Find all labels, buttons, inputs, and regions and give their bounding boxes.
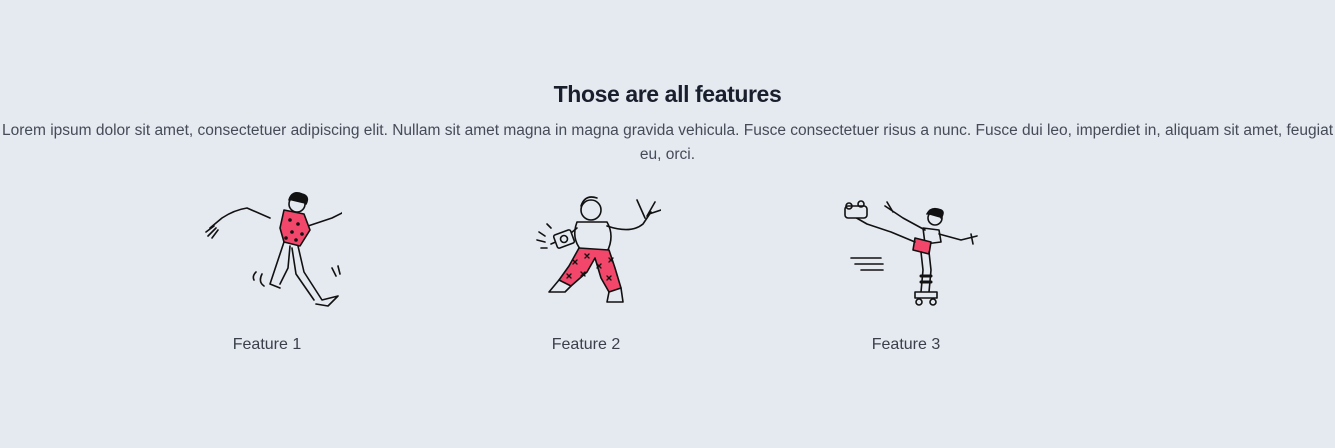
feature-card-1: Feature 1: [157, 188, 377, 353]
feature-label-3: Feature 3: [871, 336, 941, 353]
section-description: Lorem ipsum dolor sit amet, consectetuer…: [1, 122, 1334, 163]
feature-card-2: Feature 2: [476, 188, 696, 353]
running-person-illustration: [205, 192, 342, 307]
feature-label-1: Feature 1: [232, 336, 302, 353]
roller-skater-illustration: [844, 200, 978, 306]
feature-card-3: Feature 3: [796, 188, 1016, 353]
features-section: Those are all features Lorem ipsum dolor…: [0, 0, 1335, 448]
dancing-person-illustration: [536, 196, 661, 303]
feature-label-2: Feature 2: [551, 336, 621, 353]
section-title: Those are all features: [553, 81, 782, 107]
